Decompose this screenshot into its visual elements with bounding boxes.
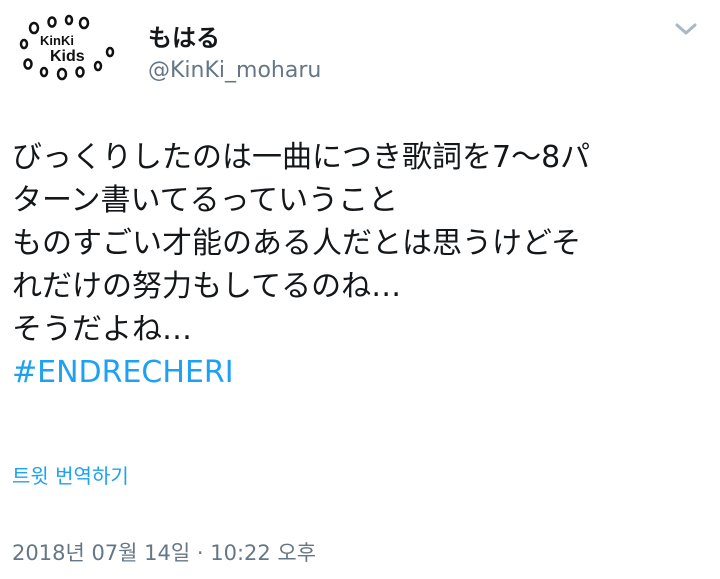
- tweet-timestamp: 2018년 07월 14일 · 10:22 오후: [12, 541, 317, 565]
- tweet-line: ターン書いてるっていうこと: [12, 183, 399, 218]
- tweet-line: びっくりしたのは一曲につき歌詞を7〜8パ: [12, 140, 591, 175]
- svg-text:KinKi: KinKi: [40, 33, 74, 48]
- hashtag-link[interactable]: #ENDRECHERI: [12, 351, 234, 394]
- tweet-line: ものすごい才能のある人だとは思うけどそ: [12, 226, 582, 261]
- chevron-down-icon[interactable]: [672, 18, 700, 40]
- tweet-text: びっくりしたのは一曲につき歌詞を7〜8パ ターン書いてるっていうこと ものすごい…: [12, 136, 712, 394]
- translate-tweet-link[interactable]: 트윗 번역하기: [12, 462, 129, 490]
- kinki-kids-logo: KinKi Kids: [19, 14, 115, 81]
- tweet-line: そうだよね…: [12, 312, 192, 347]
- avatar[interactable]: KinKi Kids: [14, 14, 118, 82]
- display-name[interactable]: もはる: [148, 22, 220, 54]
- svg-text:Kids: Kids: [50, 48, 85, 65]
- tweet-line: れだけの努力もしてるのね…: [12, 269, 402, 304]
- user-handle[interactable]: @KinKi_moharu: [148, 56, 321, 86]
